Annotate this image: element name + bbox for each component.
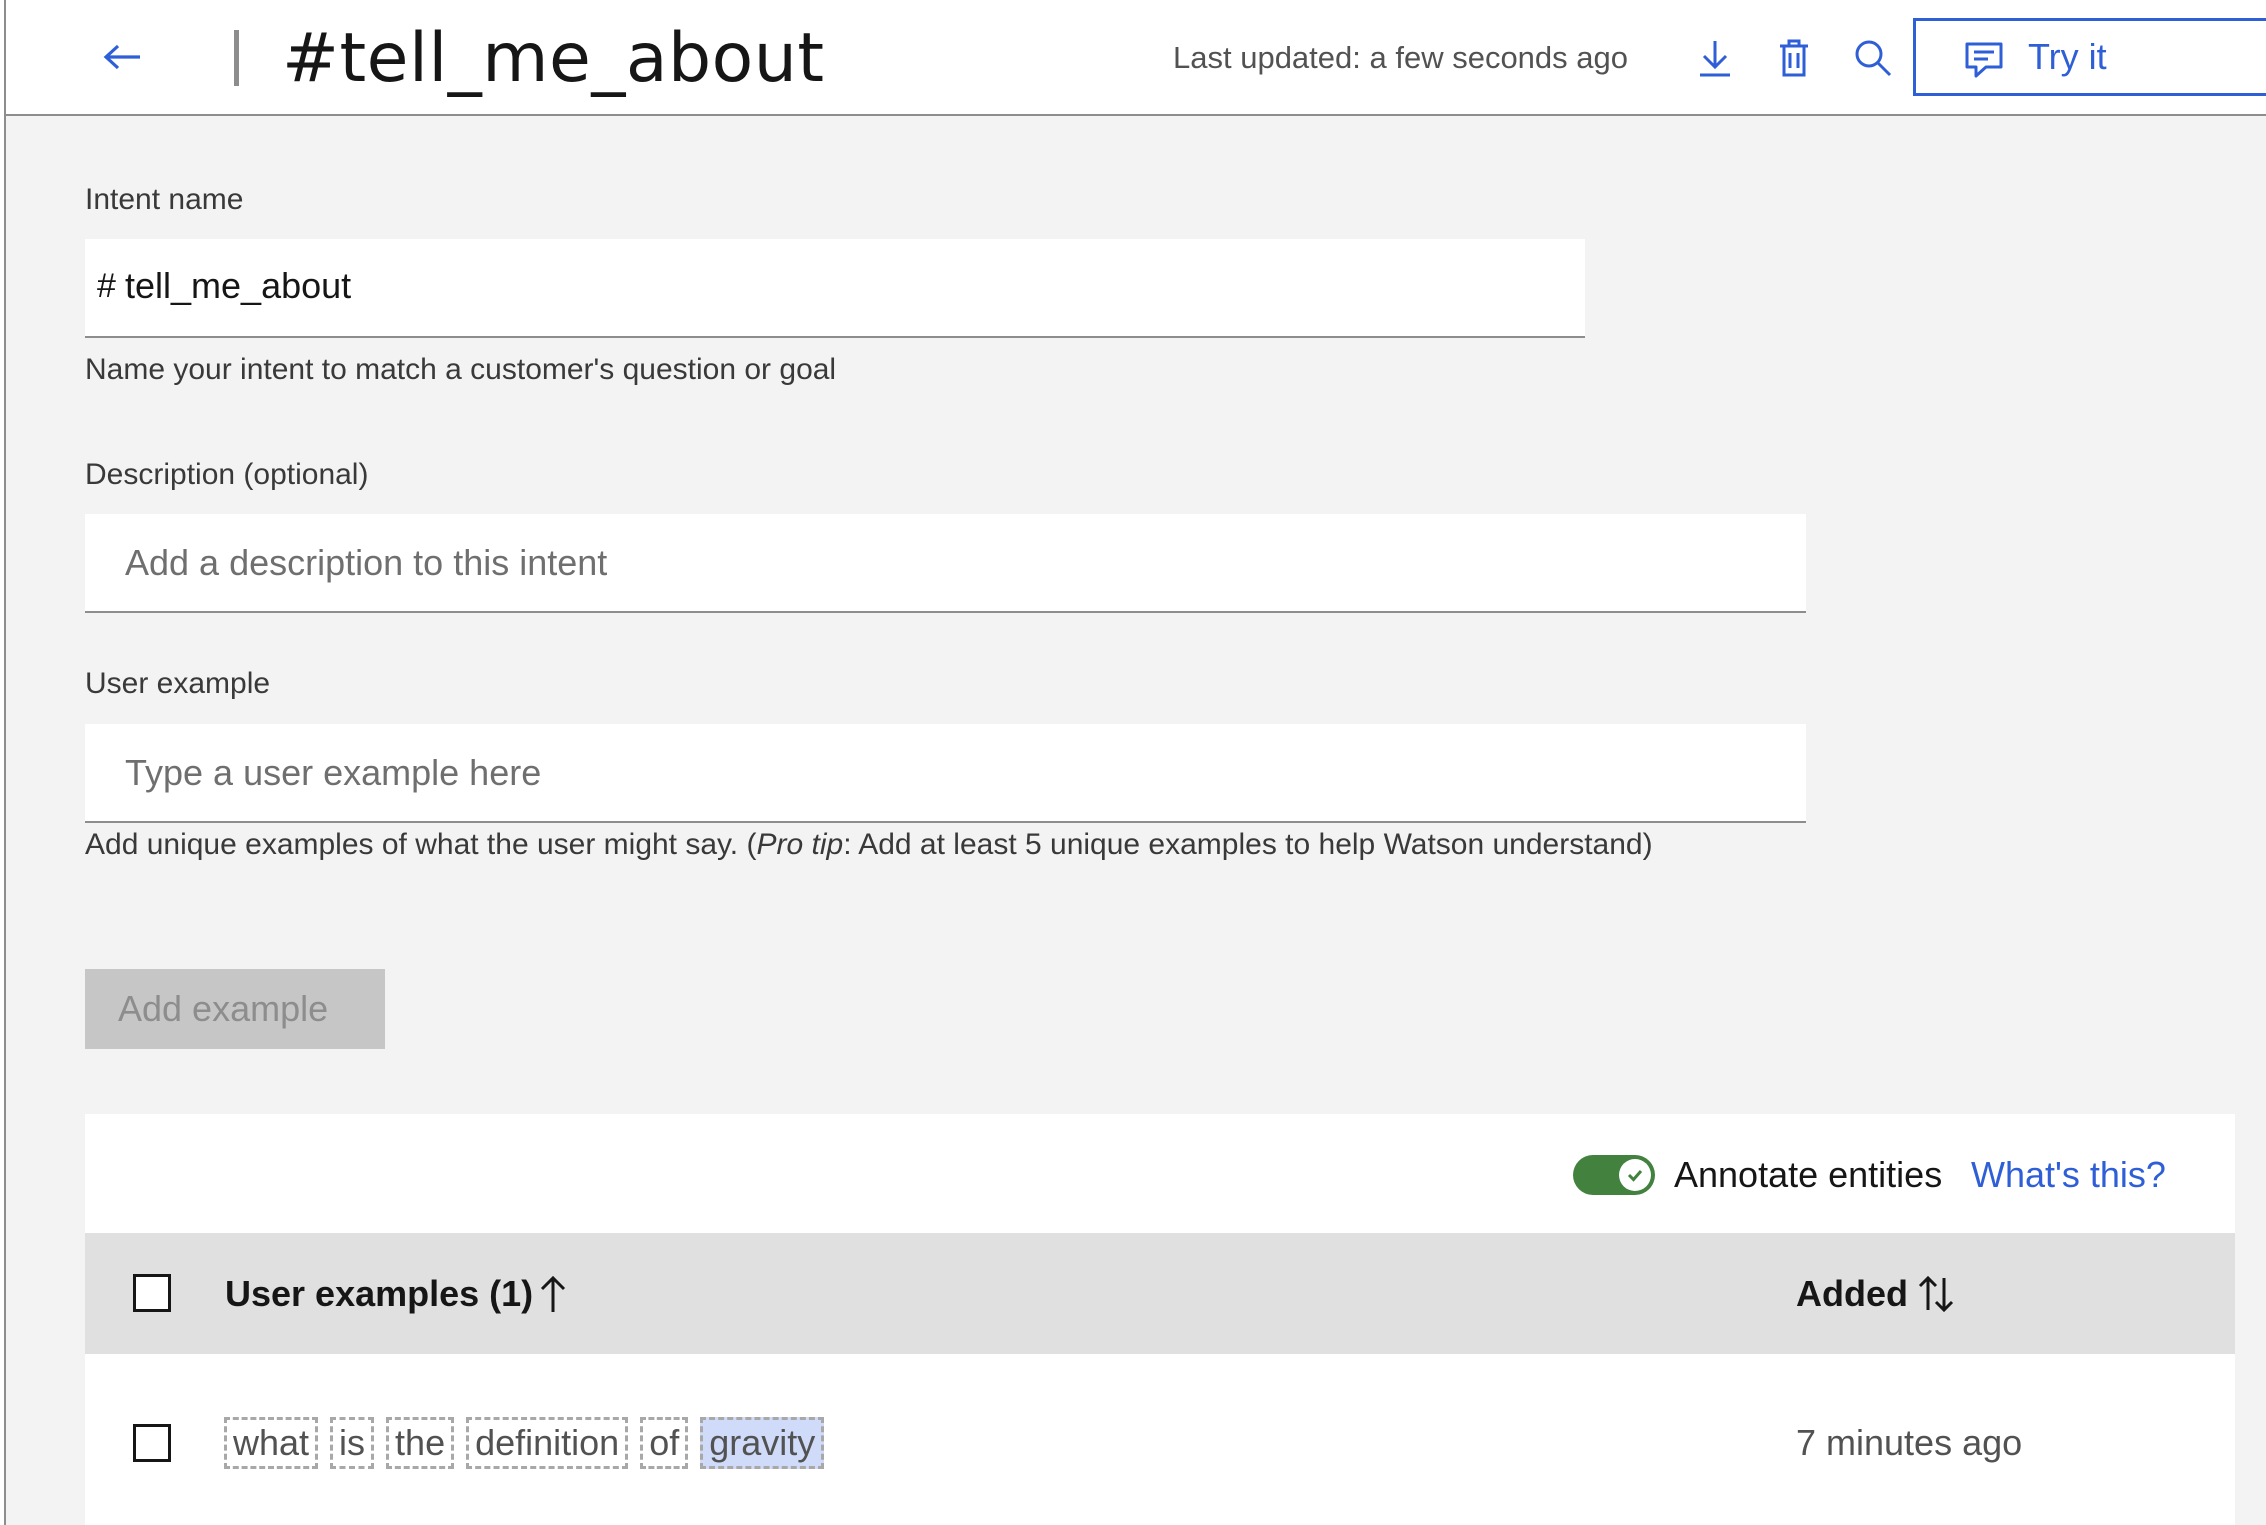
user-example-input[interactable]: [85, 724, 1806, 821]
last-updated-text: Last updated: a few seconds ago: [1173, 40, 1628, 75]
column-header-user-examples[interactable]: User examples (1): [225, 1272, 533, 1316]
token[interactable]: of: [640, 1417, 689, 1469]
helper-pro-tip: Pro tip: [756, 828, 844, 861]
sort-ascending-icon[interactable]: [538, 1272, 568, 1316]
download-button[interactable]: [1689, 32, 1741, 84]
intent-name-label: Intent name: [85, 183, 244, 216]
helper-text-start: Add unique examples of what the user mig…: [85, 828, 757, 861]
sort-icon[interactable]: [1917, 1274, 1955, 1314]
select-all-checkbox[interactable]: [133, 1274, 171, 1312]
added-time: 7 minutes ago: [1796, 1422, 2023, 1463]
annotate-entities-toggle[interactable]: [1573, 1155, 1655, 1195]
token-highlighted[interactable]: gravity: [700, 1417, 825, 1469]
arrow-left-icon: [103, 44, 140, 70]
description-label: Description (optional): [85, 458, 369, 491]
download-icon: [1700, 41, 1730, 77]
annotate-entities-label: Annotate entities: [1674, 1154, 1943, 1195]
intent-name-helper: Name your intent to match a customer's q…: [85, 353, 837, 386]
left-edge-panel: [0, 0, 6, 1525]
search-button[interactable]: [1847, 32, 1899, 84]
check-icon: [1627, 1170, 1643, 1182]
column-header-added[interactable]: Added: [1796, 1272, 1908, 1316]
whats-this-link[interactable]: What's this?: [1971, 1153, 2166, 1197]
header-divider: [234, 30, 239, 86]
description-input[interactable]: [85, 514, 1806, 611]
token[interactable]: the: [386, 1417, 455, 1469]
description-field[interactable]: [85, 514, 1806, 613]
user-example-label: User example: [85, 667, 271, 700]
trash-icon: [1780, 39, 1808, 77]
user-example-field[interactable]: [85, 724, 1806, 823]
row-checkbox[interactable]: [133, 1424, 171, 1462]
user-example-helper: Add unique examples of what the user mig…: [85, 827, 1653, 863]
delete-button[interactable]: [1768, 32, 1820, 84]
search-icon: [1855, 40, 1892, 77]
helper-text-end: : Add at least 5 unique examples to help…: [843, 828, 1653, 861]
intent-name-field[interactable]: # tell_me_about: [85, 239, 1585, 338]
token[interactable]: is: [330, 1417, 375, 1469]
add-example-button[interactable]: Add example: [85, 969, 385, 1049]
intent-hash-prefix: #: [97, 267, 116, 305]
token[interactable]: definition: [466, 1417, 629, 1469]
toggle-knob: [1619, 1159, 1651, 1191]
example-utterance[interactable]: what is the definition of gravity: [224, 1417, 836, 1469]
back-button[interactable]: [95, 30, 149, 84]
try-it-label: Try it: [2028, 36, 2107, 77]
intent-name-value: tell_me_about: [125, 265, 352, 306]
chat-icon: [1965, 42, 2003, 78]
token[interactable]: what: [224, 1417, 319, 1469]
page-title: #tell_me_about: [282, 19, 825, 98]
try-it-button[interactable]: Try it: [1913, 18, 2266, 96]
